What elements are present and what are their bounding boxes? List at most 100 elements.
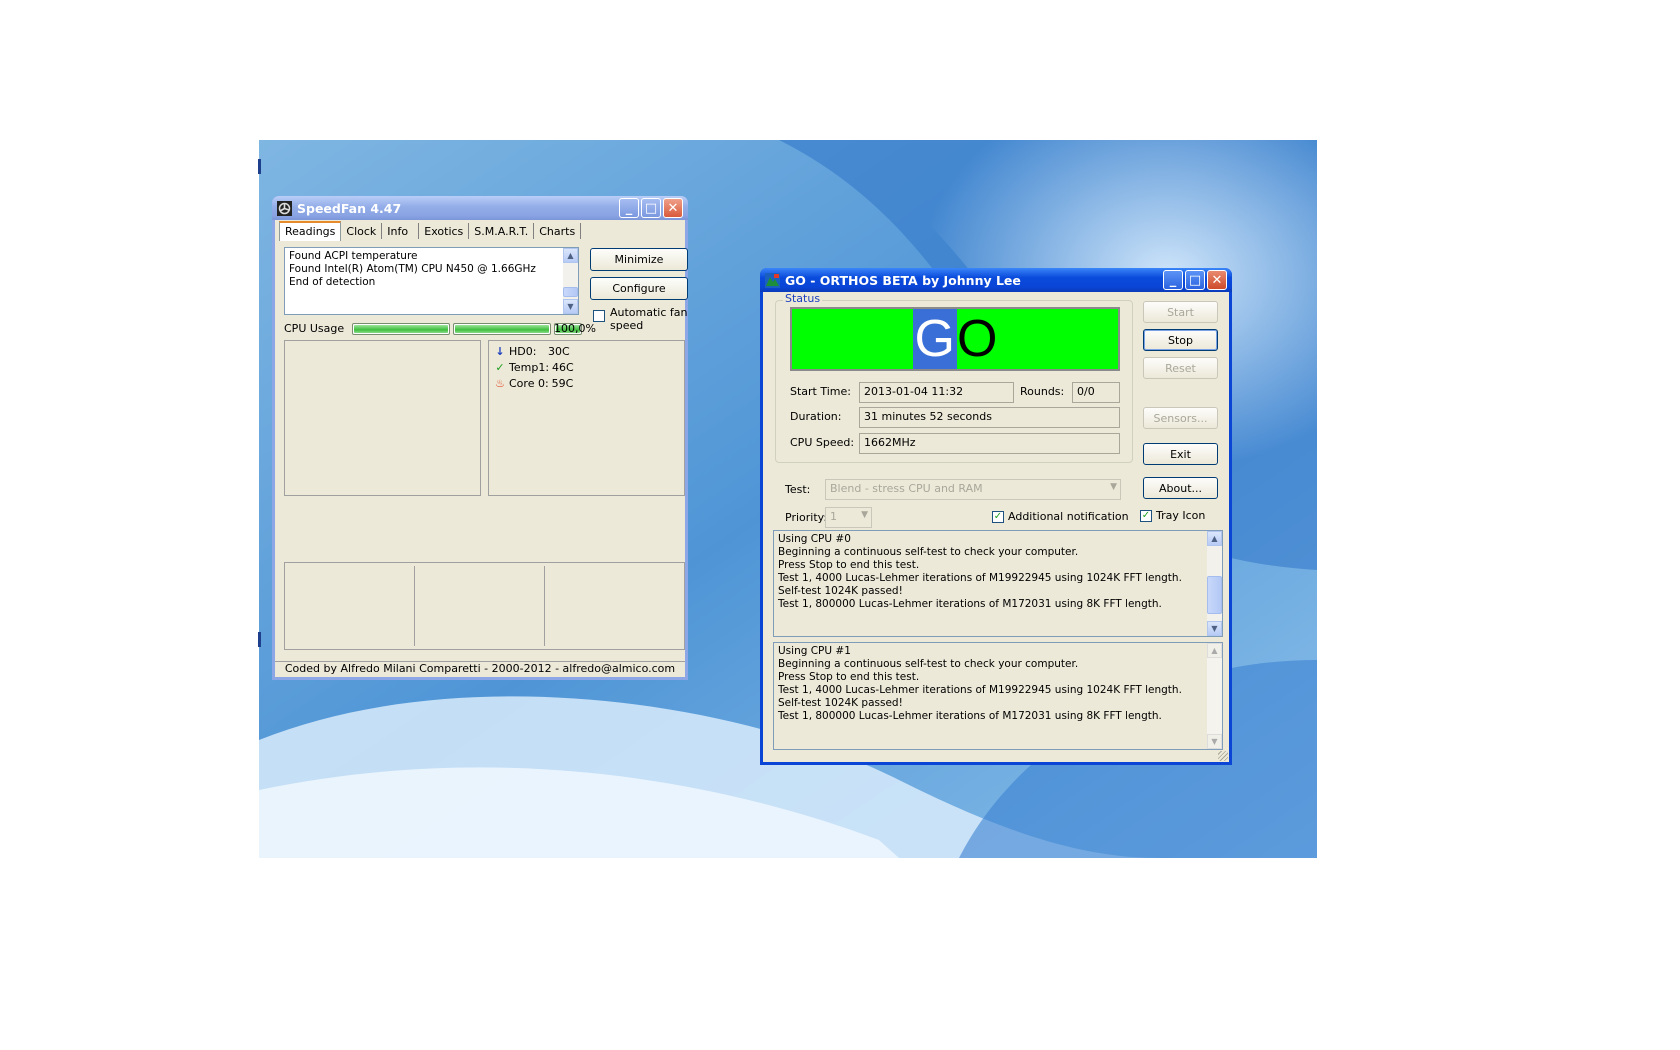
rounds-label: Rounds:: [1020, 385, 1065, 398]
priority-label: Priority:: [785, 511, 828, 524]
panel-divider: [414, 566, 415, 646]
about-button[interactable]: About...: [1143, 477, 1218, 499]
scroll-thumb[interactable]: [563, 287, 578, 297]
test-select-value: Blend - stress CPU and RAM: [830, 482, 983, 495]
duration-label: Duration:: [790, 410, 842, 423]
temperatures-panel: ↓ HD0: 30C ✓ Temp1: 46C ♨ Core 0: 59C: [488, 340, 685, 496]
priority-select-value: 1: [830, 510, 837, 523]
exit-button[interactable]: Exit: [1143, 443, 1218, 465]
cpu0-log-scrollbar[interactable]: ▲ ▼: [1207, 531, 1222, 636]
test-select[interactable]: Blend - stress CPU and RAM ▼: [825, 479, 1121, 500]
cpu-usage-bar-1: [453, 323, 551, 335]
scroll-up-arrow-icon[interactable]: ▲: [1207, 531, 1222, 546]
minimize-button[interactable]: Minimize: [590, 248, 688, 271]
start-button[interactable]: Start: [1143, 301, 1218, 323]
cpu1-log-scrollbar[interactable]: ▲ ▼: [1207, 643, 1222, 749]
orthos-window: GO - ORTHOS BETA by Johnny Lee _ □ ✕ Sta…: [760, 268, 1232, 765]
tray-icon-checkbox[interactable]: ✓: [1140, 510, 1152, 522]
reading-value: 30C: [548, 345, 570, 358]
automatic-fan-speed-label: Automatic fan speed: [610, 306, 688, 332]
sensors-button[interactable]: Sensors...: [1143, 407, 1218, 429]
voltages-panel: [284, 562, 685, 650]
status-text-g: G: [912, 309, 957, 369]
detection-log-text: Found ACPI temperature Found Intel(R) At…: [289, 250, 536, 288]
tab-info[interactable]: Info: [382, 223, 420, 239]
cpu-usage-value: 100,0%: [554, 322, 596, 335]
minimize-window-button[interactable]: _: [619, 198, 639, 218]
fan-icon: [277, 200, 292, 216]
tray-icon-label: Tray Icon: [1156, 509, 1206, 522]
speedfan-window: SpeedFan 4.47 _ □ ✕ Readings Clock Info …: [272, 196, 688, 680]
additional-notification-label: Additional notification: [1008, 510, 1129, 523]
maximize-window-button[interactable]: □: [1185, 270, 1205, 290]
orthos-client: Status GO Start Time: 2013-01-04 11:32 R…: [763, 292, 1229, 762]
maximize-window-button[interactable]: □: [641, 198, 661, 218]
rounds-field: 0/0: [1072, 382, 1120, 403]
priority-select[interactable]: 1 ▼: [825, 507, 872, 528]
reading-core0: ♨ Core 0: 59C: [494, 377, 573, 390]
reading-name: Temp1:: [509, 361, 550, 374]
desktop-edge-mark: [258, 159, 261, 174]
cpu0-log-text: Using CPU #0 Beginning a continuous self…: [778, 533, 1182, 610]
cpu-usage-fill: [354, 325, 448, 333]
cpu1-log[interactable]: Using CPU #1 Beginning a continuous self…: [773, 642, 1223, 750]
additional-notification-checkbox[interactable]: ✓: [992, 511, 1004, 523]
tab-exotics[interactable]: Exotics: [419, 223, 470, 239]
minimize-window-button[interactable]: _: [1163, 270, 1183, 290]
start-time-label: Start Time:: [790, 385, 851, 398]
scroll-up-arrow-icon[interactable]: ▲: [563, 248, 578, 263]
cpu0-log[interactable]: Using CPU #0 Beginning a continuous self…: [773, 530, 1223, 637]
tab-charts[interactable]: Charts: [534, 223, 582, 239]
scroll-thumb[interactable]: [1207, 576, 1222, 614]
speedfan-footer: Coded by Alfredo Milani Comparetti - 200…: [275, 661, 685, 677]
cpu-usage-fill: [455, 325, 549, 333]
status-text-o: O: [957, 310, 998, 368]
speedfan-client: Readings Clock Info Exotics S.M.A.R.T. C…: [275, 220, 688, 677]
reading-value: 59C: [551, 377, 574, 390]
test-label: Test:: [785, 483, 811, 496]
checkmark-icon: ✓: [495, 361, 505, 374]
scroll-down-arrow-icon[interactable]: ▼: [563, 299, 578, 314]
tab-readings[interactable]: Readings: [279, 221, 342, 241]
tab-smart[interactable]: S.M.A.R.T.: [469, 223, 535, 239]
tab-clock[interactable]: Clock: [341, 223, 383, 239]
flame-icon: ♨: [495, 377, 505, 390]
close-window-button[interactable]: ✕: [1207, 270, 1227, 290]
scroll-up-arrow-icon[interactable]: ▲: [1207, 643, 1222, 658]
duration-field: 31 minutes 52 seconds: [859, 407, 1120, 428]
speedfan-tabs: Readings Clock Info Exotics S.M.A.R.T. C…: [279, 221, 582, 241]
chevron-down-icon: ▼: [1110, 482, 1117, 492]
fan-speeds-panel: [284, 340, 481, 496]
stop-button[interactable]: Stop: [1143, 329, 1218, 351]
reading-temp1: ✓ Temp1: 46C: [494, 361, 574, 374]
window-title: SpeedFan 4.47: [297, 200, 402, 216]
window-title: GO - ORTHOS BETA by Johnny Lee: [785, 272, 1021, 288]
panel-divider: [544, 566, 545, 646]
cpu-usage-label: CPU Usage: [284, 322, 345, 335]
reading-hd0: ↓ HD0: 30C: [494, 345, 570, 358]
scroll-down-arrow-icon[interactable]: ▼: [1207, 621, 1222, 636]
chevron-down-icon: ▼: [861, 510, 868, 520]
reset-button[interactable]: Reset: [1143, 357, 1218, 379]
configure-button[interactable]: Configure: [590, 277, 688, 300]
detection-log-scrollbar[interactable]: ▲ ▼: [563, 248, 578, 314]
status-indicator: GO: [790, 307, 1120, 371]
cpu1-log-text: Using CPU #1 Beginning a continuous self…: [778, 645, 1182, 722]
resize-grip-icon[interactable]: [1218, 751, 1228, 761]
automatic-fan-speed-checkbox[interactable]: [593, 310, 605, 322]
detection-log[interactable]: Found ACPI temperature Found Intel(R) At…: [284, 247, 579, 315]
reading-value: 46C: [552, 361, 574, 374]
scroll-down-arrow-icon[interactable]: ▼: [1207, 734, 1222, 749]
cpu-speed-label: CPU Speed:: [790, 436, 855, 449]
start-time-field: 2013-01-04 11:32: [859, 382, 1014, 403]
reading-name: HD0:: [509, 345, 537, 358]
desktop-edge-mark: [258, 632, 261, 647]
orthos-titlebar[interactable]: GO - ORTHOS BETA by Johnny Lee _ □ ✕: [760, 268, 1232, 292]
cpu-speed-field: 1662MHz: [859, 433, 1120, 454]
orthos-app-icon: [765, 272, 780, 288]
reading-name: Core 0:: [509, 377, 549, 390]
close-window-button[interactable]: ✕: [663, 198, 683, 218]
cpu-usage-bar-0: [352, 323, 450, 335]
status-group-label: Status: [783, 292, 823, 305]
speedfan-titlebar[interactable]: SpeedFan 4.47 _ □ ✕: [272, 196, 688, 220]
